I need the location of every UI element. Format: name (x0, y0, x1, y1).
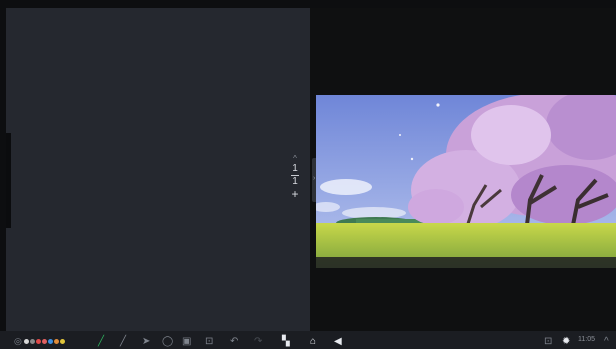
settings-circle-icon[interactable]: ◎ (14, 335, 22, 347)
current-page-number: 1 (292, 163, 298, 174)
gear-icon[interactable]: ✹ (562, 335, 570, 347)
cherry-blossom-image (316, 95, 616, 268)
eraser-tool-icon[interactable]: ▣ (182, 335, 191, 347)
apps-grid-icon[interactable]: ▚ (282, 335, 290, 347)
pen-color-swatch[interactable] (42, 338, 47, 344)
pen-color-swatch[interactable] (48, 338, 53, 344)
pen-color-swatch[interactable] (30, 338, 35, 344)
left-edge-handle[interactable] (6, 133, 11, 228)
pen-color-swatch[interactable] (36, 338, 41, 344)
chevron-right-icon: › (313, 175, 316, 182)
chevron-up-icon[interactable]: ^ (604, 335, 609, 347)
add-page-button[interactable]: + (284, 188, 306, 200)
page-indicator: ^ 1 1 + (284, 154, 306, 210)
marker-tool-icon[interactable]: ╱ (120, 335, 126, 347)
bottom-toolbar (0, 331, 616, 349)
home-icon[interactable]: ⌂ (310, 335, 316, 347)
pen-tool-icon[interactable]: ╱ (98, 335, 104, 347)
back-icon[interactable]: ◀ (334, 335, 342, 347)
pen-color-swatch[interactable] (24, 338, 29, 344)
pen-color-swatch[interactable] (60, 338, 65, 344)
screenshot-icon[interactable]: ⊡ (544, 335, 552, 347)
lasso-tool-icon[interactable]: ◯ (162, 335, 173, 347)
select-tool-icon[interactable]: ➤ (142, 335, 150, 347)
cherry-blossom-illustration (316, 95, 616, 268)
pen-color-swatch[interactable] (54, 338, 59, 344)
whiteboard-canvas[interactable] (6, 8, 310, 331)
clock: 11:05 (578, 336, 595, 343)
redo-icon[interactable]: ↷ (254, 335, 262, 347)
total-page-number: 1 (292, 176, 298, 187)
pen-color-palette[interactable] (24, 335, 66, 347)
undo-icon[interactable]: ↶ (230, 335, 238, 347)
insert-tool-icon[interactable]: ⊡ (205, 335, 213, 347)
